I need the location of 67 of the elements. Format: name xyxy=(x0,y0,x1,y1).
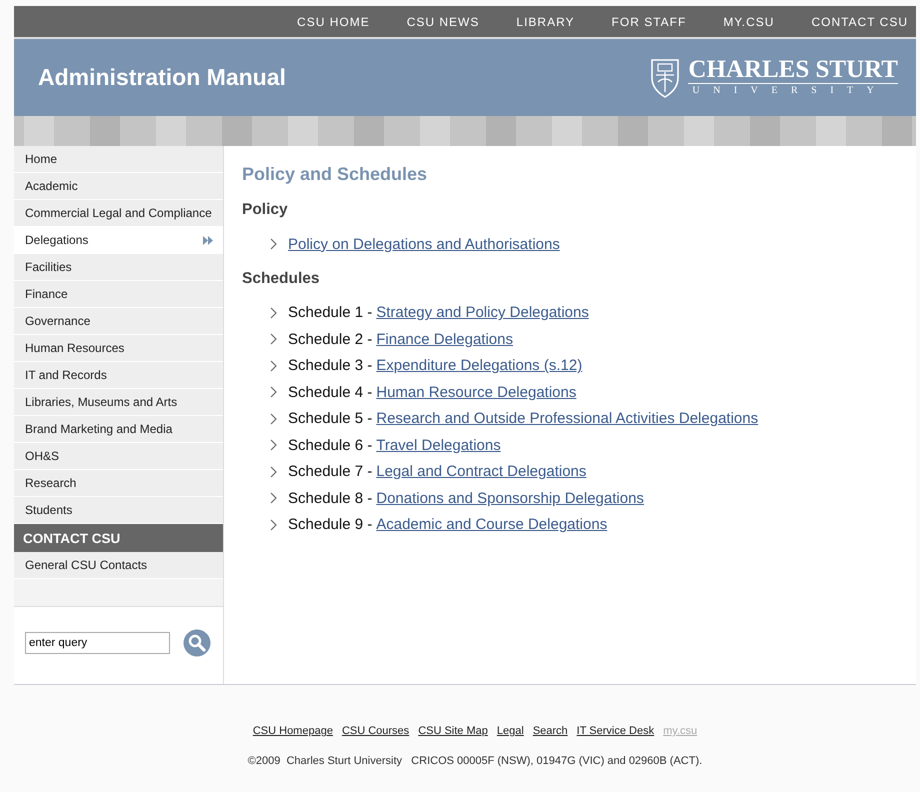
nav-link[interactable]: CSU HOME xyxy=(297,14,370,28)
chevron-icon xyxy=(270,386,277,398)
page-heading: Policy and Schedules xyxy=(242,164,428,185)
sidebar-item[interactable]: Governance xyxy=(14,308,223,335)
sidebar-item[interactable]: IT and Records xyxy=(14,362,223,389)
schedule-label: Schedule 5 - xyxy=(288,410,372,428)
schedule-label: Schedule 3 - xyxy=(288,357,372,374)
document-link[interactable]: Travel Delegations xyxy=(376,436,501,454)
chevron-icon xyxy=(270,360,277,372)
sidebar-item[interactable]: Research xyxy=(14,470,223,497)
sidebar-item[interactable]: Facilities xyxy=(14,254,223,281)
document-link[interactable]: Finance Delegations xyxy=(376,330,513,348)
document-link[interactable]: Policy on Delegations and Authorisations xyxy=(288,236,560,253)
search-field[interactable]: enter query xyxy=(25,632,170,654)
sidebar-item[interactable]: Commercial Legal and Compliance xyxy=(14,200,223,227)
chevron-icon xyxy=(270,439,277,452)
schedule-label: Schedule 1 - xyxy=(288,304,372,322)
sidebar-heading: CONTACT CSU xyxy=(14,524,223,552)
chevron-icon xyxy=(270,412,277,425)
document-link[interactable]: Legal and Contract Delegations xyxy=(376,463,586,480)
footer-link[interactable]: CSU Site Map xyxy=(418,725,488,737)
logo-name: CHARLES STURT xyxy=(688,57,898,84)
chevron-icon xyxy=(270,518,277,531)
schedule-label: Schedule 7 - xyxy=(288,463,372,480)
sidebar-item[interactable]: Academic xyxy=(14,173,223,200)
crest-icon xyxy=(650,58,680,98)
search-icon[interactable] xyxy=(183,629,211,657)
chevron-icon xyxy=(270,492,277,504)
footer-link[interactable]: CSU Homepage xyxy=(252,725,333,737)
section-heading: Policy xyxy=(242,201,289,219)
sidebar-item[interactable]: OH&S xyxy=(14,443,223,470)
nav-link[interactable]: CONTACT CSU xyxy=(811,14,908,28)
chevron-icon xyxy=(270,466,277,478)
logo-subtitle: UNIVERSITY xyxy=(691,84,888,98)
schedule-label: Schedule 8 - xyxy=(288,490,372,507)
schedule-label: Schedule 2 - xyxy=(288,330,372,348)
chevron-icon xyxy=(270,238,277,250)
document-link[interactable]: Academic and Course Delegations xyxy=(376,516,608,534)
document-link[interactable]: Strategy and Policy Delegations xyxy=(376,304,589,322)
nav-link[interactable]: LIBRARY xyxy=(516,14,575,28)
sidebar-item[interactable]: Finance xyxy=(14,281,223,308)
document-link[interactable]: Human Resource Delegations xyxy=(376,384,576,401)
nav-link[interactable]: CSU NEWS xyxy=(406,14,480,28)
schedule-label: Schedule 6 - xyxy=(288,436,372,454)
sidebar-item[interactable]: General CSU Contacts xyxy=(14,552,223,579)
document-link[interactable]: Expenditure Delegations (s.12) xyxy=(376,357,582,374)
sidebar-item[interactable]: Human Resources xyxy=(14,335,223,362)
footer-link[interactable]: Legal xyxy=(496,725,524,737)
schedule-label: Schedule 4 - xyxy=(288,384,372,401)
schedule-label: Schedule 9 - xyxy=(288,516,372,534)
sidebar-item[interactable]: Brand Marketing and Media xyxy=(14,416,223,443)
document-link[interactable]: Research and Outside Professional Activities Delegations xyxy=(376,410,758,428)
nav-link[interactable]: FOR STAFF xyxy=(612,14,686,28)
footer-link[interactable]: IT Service Desk xyxy=(576,725,654,737)
sidebar-item[interactable]: Libraries, Museums and Arts xyxy=(14,389,223,416)
footer-link[interactable]: Search xyxy=(532,725,568,737)
document-link[interactable]: Donations and Sponsorship Delegations xyxy=(376,490,644,507)
sidebar-item[interactable]: Home xyxy=(14,146,223,173)
footer-link[interactable]: CSU Courses xyxy=(342,725,410,737)
section-heading: Schedules xyxy=(242,270,321,288)
chevron-icon xyxy=(270,306,277,319)
site-title: Administration Manual xyxy=(38,64,286,91)
copyright-text: ©2009 Charles Sturt University CRICOS 00005F (NSW), 01947G (VIC) and 02960B (ACT). xyxy=(246,755,702,767)
nav-link[interactable]: MY.CSU xyxy=(723,14,774,28)
sidebar-item[interactable]: Students xyxy=(14,497,223,524)
double-arrow-icon xyxy=(203,236,214,244)
chevron-icon xyxy=(270,333,277,346)
